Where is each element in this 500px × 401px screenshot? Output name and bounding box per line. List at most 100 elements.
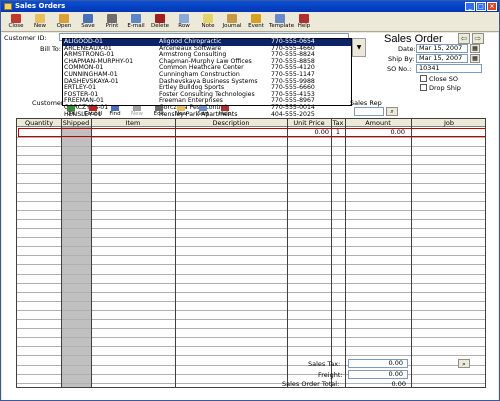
toolbar-new-button[interactable]: New xyxy=(29,12,51,31)
column-header-tax: Tax xyxy=(332,119,344,127)
column-divider xyxy=(411,119,412,387)
table-row xyxy=(17,255,485,257)
close-so-label: Close SO xyxy=(429,75,459,83)
toolbar-delete-button[interactable]: Delete xyxy=(149,12,171,31)
list-ok-button[interactable]: OK xyxy=(60,106,82,118)
list-button-label: OK xyxy=(67,111,75,117)
date-field[interactable]: Mar 15, 2007 xyxy=(416,44,468,53)
app-icon xyxy=(4,3,12,10)
maximize-button[interactable]: □ xyxy=(476,2,486,11)
chevron-down-icon: ▼ xyxy=(356,44,362,51)
toolbar-save-button[interactable]: Save xyxy=(77,12,99,31)
toolbar-event-button[interactable]: Event xyxy=(245,12,267,31)
next-record-button[interactable]: ⇨ xyxy=(472,33,484,44)
column-divider xyxy=(331,119,332,387)
customer-label: Customer xyxy=(32,99,64,107)
row-icon xyxy=(179,14,189,23)
unit-price-cell[interactable]: 0.00 xyxy=(289,128,329,137)
toolbar-button-label: Help xyxy=(297,23,311,29)
list-button-label: Cancel xyxy=(83,111,103,117)
list-find-button[interactable]: Find xyxy=(104,106,126,118)
table-row xyxy=(17,264,485,266)
table-row xyxy=(17,218,485,220)
table-row xyxy=(17,364,485,366)
toolbar-email-button[interactable]: E-mail xyxy=(125,12,147,31)
sales-rep-field[interactable] xyxy=(354,107,384,116)
sales-rep-lookup-button[interactable]: ⌕ xyxy=(386,107,398,116)
toolbar-button-label: Close xyxy=(8,23,24,29)
column-divider xyxy=(61,119,62,387)
minimize-button[interactable]: _ xyxy=(465,2,475,11)
close-so-checkbox[interactable] xyxy=(420,75,427,82)
toolbar-print-button[interactable]: Print xyxy=(101,12,123,31)
toolbar-button-label: E-mail xyxy=(127,23,145,29)
main-toolbar: Close New Open Save Print E-mail Delete Row Note… xyxy=(1,12,499,32)
column-divider xyxy=(287,119,288,387)
column-header-item: Item xyxy=(125,119,141,127)
list-new-button[interactable]: New xyxy=(170,106,192,118)
list-sort-button[interactable]: Sort xyxy=(192,106,214,118)
list-help-button[interactable]: Help xyxy=(214,106,236,118)
customer-dropdown-list[interactable]: ALIGOOD-01 Aligood Chiropractic 770-555-06… xyxy=(62,38,352,117)
toolbar-help-button[interactable]: Help xyxy=(293,12,315,31)
table-row xyxy=(17,246,485,248)
toolbar-button-label: Delete xyxy=(150,23,170,29)
toolbar-note-button[interactable]: Note xyxy=(197,12,219,31)
toolbar-button-label: Journal xyxy=(222,23,242,29)
sales-tax-lookup-button[interactable]: ⌕ xyxy=(458,359,470,368)
list-button-label: Sort xyxy=(197,111,209,117)
window-title: Sales Orders xyxy=(15,2,66,10)
journal-icon xyxy=(227,14,237,23)
title-bar: Sales Orders _ □ × xyxy=(1,1,499,12)
toolbar-row-button[interactable]: Row xyxy=(173,12,195,31)
toolbar-button-label: Open xyxy=(56,23,72,29)
table-row xyxy=(17,291,485,293)
previous-record-button[interactable]: ⇦ xyxy=(458,33,470,44)
amount-cell[interactable]: 0.00 xyxy=(347,128,405,137)
bill-to-label: Bill To: xyxy=(40,45,61,53)
toolbar-close-button[interactable]: Close xyxy=(5,12,27,31)
table-row xyxy=(17,319,485,320)
list-button-label: Help xyxy=(218,111,232,117)
table-row-active[interactable] xyxy=(18,128,485,137)
table-row xyxy=(17,355,485,357)
table-header: Quantity Shipped Item Description Unit P… xyxy=(17,119,485,127)
close-window-button[interactable]: × xyxy=(487,2,497,11)
list-button-label: New xyxy=(131,111,143,117)
drop-ship-checkbox[interactable] xyxy=(420,84,427,91)
toolbar-button-label: Save xyxy=(81,23,95,29)
table-row xyxy=(17,282,485,284)
toolbar-journal-button[interactable]: Journal xyxy=(221,12,243,31)
toolbar-button-label: Template xyxy=(269,23,295,29)
so-no-field[interactable]: 10341 xyxy=(416,64,482,73)
table-row xyxy=(17,146,485,148)
ship-by-label: Ship By: xyxy=(388,55,415,63)
toolbar-open-button[interactable]: Open xyxy=(53,12,75,31)
date-label: Date: xyxy=(398,45,416,53)
ship-by-calendar-button[interactable]: ▦ xyxy=(470,54,480,63)
list-edit-button[interactable]: Edit xyxy=(148,106,170,118)
freight-field[interactable]: 0.00 xyxy=(348,370,408,379)
table-row xyxy=(17,137,485,138)
table-row xyxy=(17,209,485,211)
column-header-shipped: Shipped xyxy=(62,119,90,127)
toolbar-button-label: Note xyxy=(201,23,215,29)
dropdown-toggle-button[interactable]: ▼ xyxy=(352,38,366,57)
tax-cell[interactable]: 1 xyxy=(333,128,343,137)
column-divider xyxy=(345,119,346,387)
toolbar-template-button[interactable]: Template xyxy=(269,12,295,31)
freight-label: Freight: xyxy=(318,371,343,379)
sales-tax-field[interactable]: 0.00 xyxy=(348,359,408,368)
drop-ship-label: Drop Ship xyxy=(429,84,461,92)
table-row xyxy=(17,155,485,157)
ship-by-field[interactable]: Mar 15, 2007 xyxy=(416,54,468,63)
column-header-description: Description xyxy=(212,119,250,127)
sales-order-form: Customer ID: Bill To: Sales Order ⇦ ⇨ Da… xyxy=(2,33,498,400)
toolbar-button-label: Event xyxy=(248,23,264,29)
column-header-quantity: Quantity xyxy=(24,119,54,127)
note-icon xyxy=(203,14,213,23)
list-toolbar: OK Cancel Find New Edit New Sort Help xyxy=(60,106,236,118)
date-calendar-button[interactable]: ▦ xyxy=(470,44,480,53)
customer-id-label: Customer ID: xyxy=(4,34,47,42)
list-cancel-button[interactable]: Cancel xyxy=(82,106,104,118)
